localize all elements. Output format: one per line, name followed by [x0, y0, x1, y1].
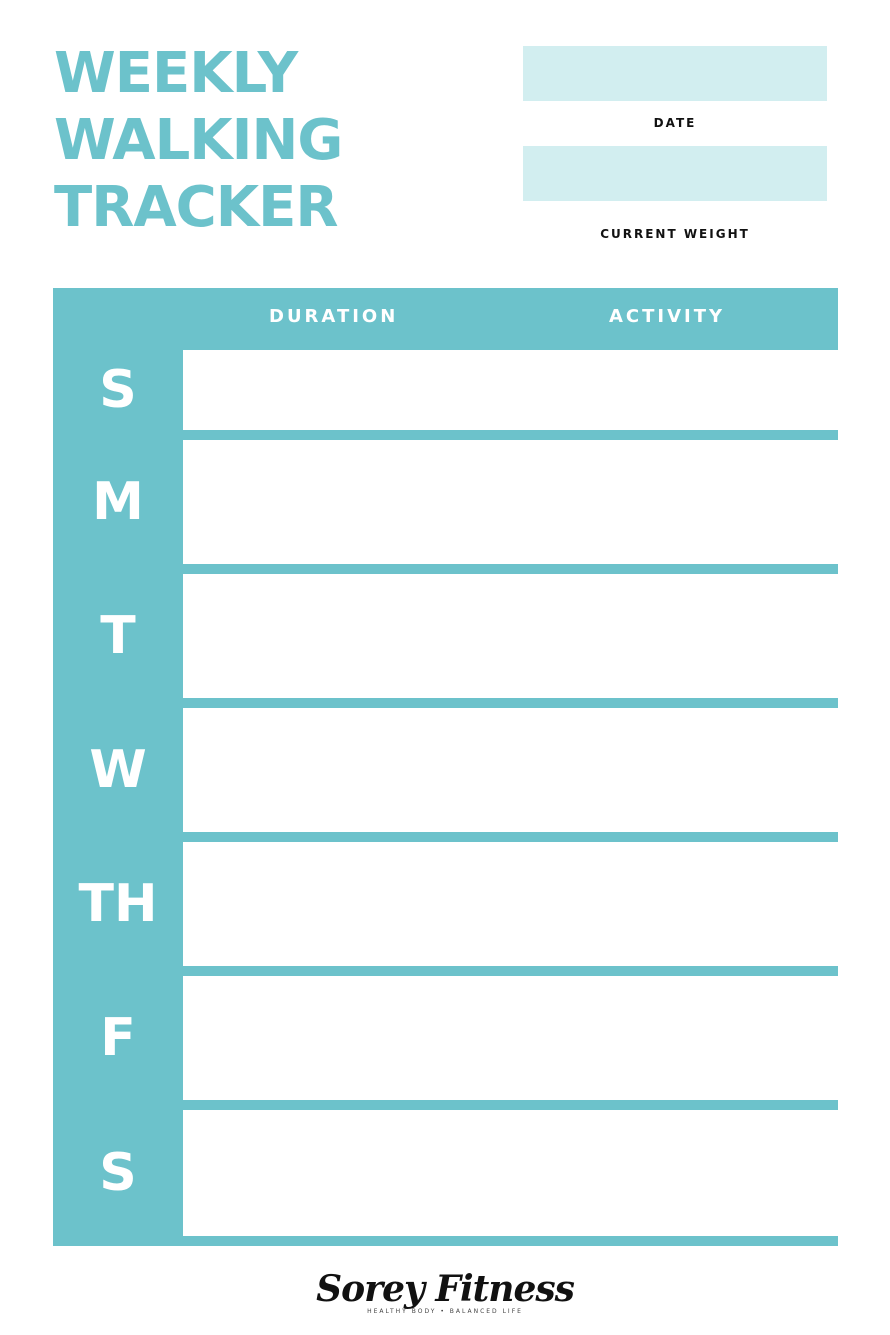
title-line-3: TRACKER [54, 175, 339, 240]
row-cell-tuesday[interactable] [183, 574, 838, 698]
day-label-sunday: S [99, 360, 137, 420]
date-label: DATE [653, 116, 697, 130]
current-weight-field[interactable] [523, 146, 827, 201]
row-cell-wednesday[interactable] [183, 708, 838, 832]
day-label-tuesday: T [100, 606, 136, 666]
column-header-activity: ACTIVITY [609, 306, 726, 327]
row-cell-monday[interactable] [183, 440, 838, 564]
brand-logo-tagline: HEALTHY BODY • BALANCED LIFE [367, 1308, 523, 1315]
page-title: WEEKLY WALKING TRACKER [54, 40, 343, 241]
brand-logo: Sorey Fitness HEALTHY BODY • BALANCED LI… [0, 1268, 890, 1315]
day-label-monday: M [92, 472, 144, 532]
title-line-2: WALKING [54, 108, 343, 173]
tracker-table: DURATION ACTIVITY S M T W TH F S [53, 288, 838, 1246]
row-cell-friday[interactable] [183, 976, 838, 1100]
row-cell-saturday[interactable] [183, 1110, 838, 1236]
current-weight-label: CURRENT WEIGHT [600, 227, 750, 241]
day-label-friday: F [100, 1008, 136, 1068]
title-line-1: WEEKLY [54, 41, 298, 106]
day-label-wednesday: W [89, 740, 147, 800]
column-header-duration: DURATION [269, 306, 399, 327]
day-label-thursday: TH [78, 874, 158, 934]
brand-logo-name: Sorey Fitness [316, 1268, 575, 1310]
date-field[interactable] [523, 46, 827, 101]
day-label-saturday: S [99, 1143, 137, 1203]
row-cell-thursday[interactable] [183, 842, 838, 966]
row-cell-sunday[interactable] [183, 350, 838, 430]
